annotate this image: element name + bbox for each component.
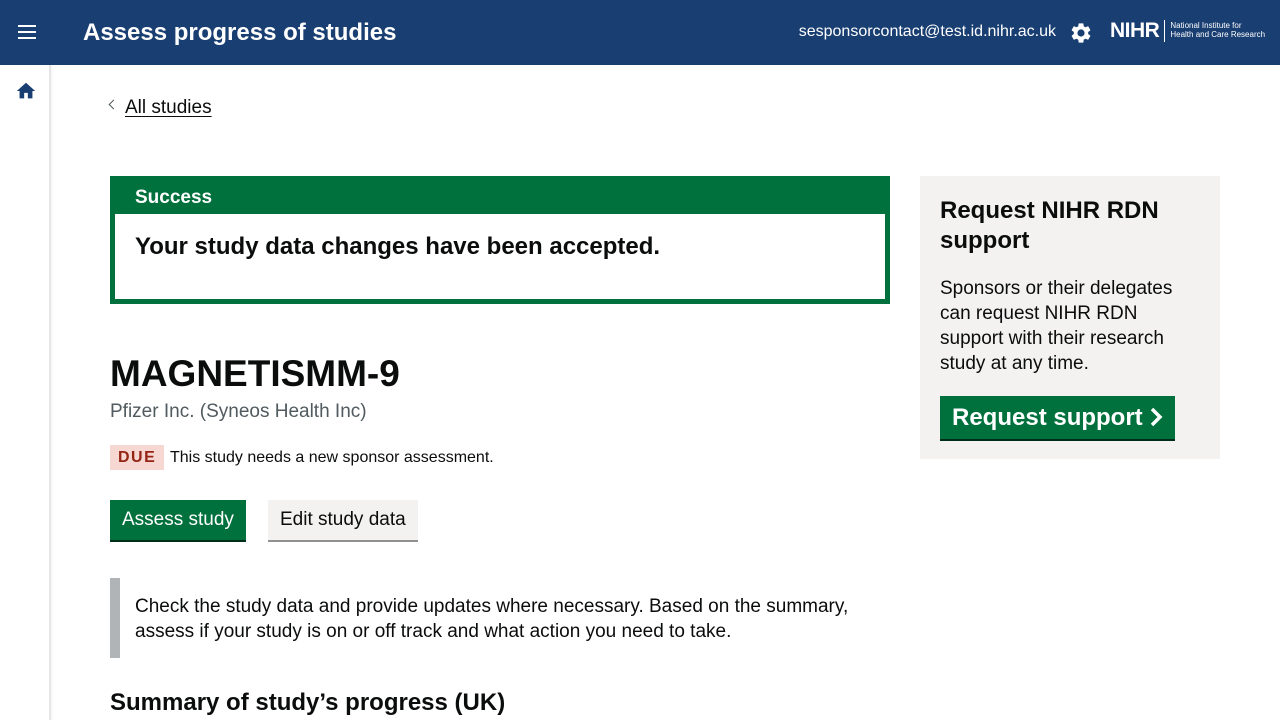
study-sponsor: Pfizer Inc. (Syneos Health Inc) — [110, 401, 367, 422]
study-title: MAGNETISMM-9 — [110, 353, 400, 394]
back-link[interactable]: All studies — [108, 96, 212, 120]
success-banner: Success Your study data changes have bee… — [110, 176, 890, 304]
support-panel-text: Sponsors or their delegates can request … — [940, 278, 1173, 374]
logo-subtitle: National Institute for Health and Care Re… — [1170, 21, 1266, 39]
chevron-left-icon — [108, 100, 119, 110]
inset-text: Check the study data and provide updates… — [110, 578, 890, 658]
side-navigation — [0, 65, 51, 720]
summary-heading: Summary of study’s progress (UK) — [110, 689, 506, 716]
banner-message: Your study data changes have been accept… — [115, 214, 885, 299]
top-header: Assess progress of studies sesponsorcont… — [0, 0, 1280, 65]
gear-icon[interactable] — [1069, 21, 1093, 45]
banner-title: Success — [135, 187, 213, 208]
back-link-label[interactable]: All studies — [125, 97, 212, 118]
nihr-logo[interactable]: NIHR National Institute for Health and Car… — [1110, 18, 1265, 44]
assess-study-button[interactable]: Assess study — [110, 500, 246, 540]
support-panel: Request NIHR RDN support Sponsors or the… — [920, 176, 1220, 459]
request-support-button[interactable]: Request support — [940, 396, 1175, 439]
edit-study-data-button[interactable]: Edit study data — [268, 500, 418, 540]
app-title[interactable]: Assess progress of studies — [83, 18, 396, 48]
logo-divider — [1164, 20, 1166, 42]
user-email: sesponsorcontact@test.id.nihr.ac.uk — [798, 23, 1056, 40]
menu-icon[interactable] — [16, 22, 38, 42]
support-panel-title: Request NIHR RDN support — [940, 197, 1159, 254]
home-icon[interactable] — [15, 80, 37, 102]
logo-wordmark: NIHR — [1110, 19, 1160, 42]
status-text: This study needs a new sponsor assessmen… — [170, 449, 494, 466]
request-support-label: Request support — [952, 404, 1143, 431]
status-badge: DUE — [110, 445, 165, 470]
chevron-right-icon — [1150, 407, 1163, 426]
